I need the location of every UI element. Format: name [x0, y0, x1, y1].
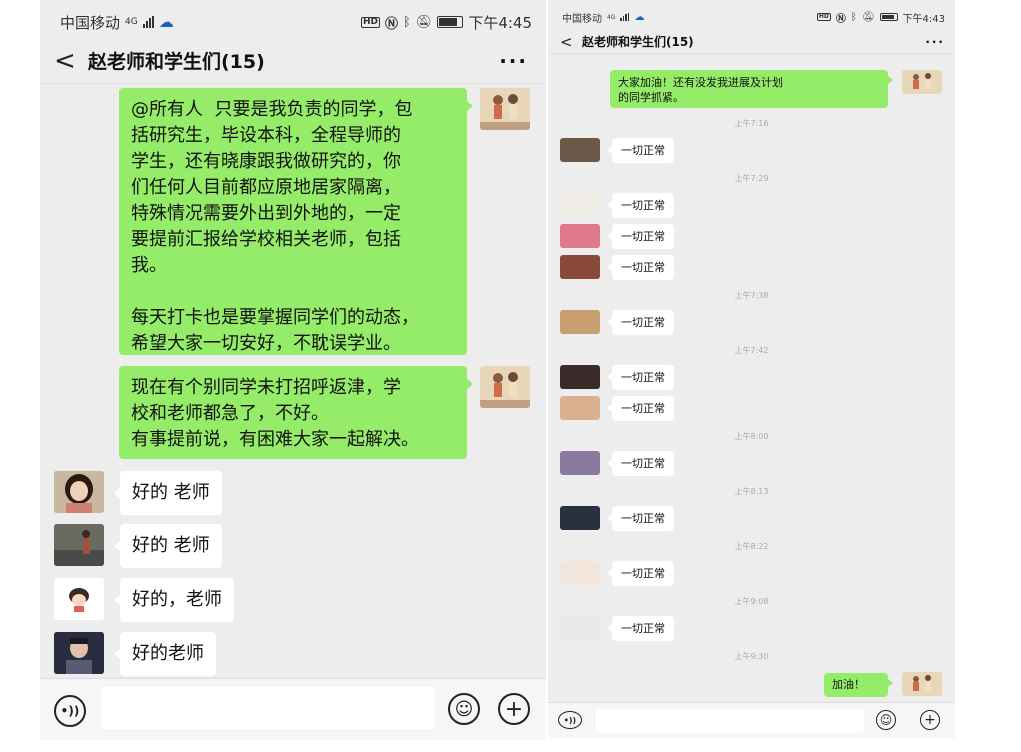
student-avatar[interactable]: [560, 365, 600, 389]
nfc-icon: Ⓝ: [384, 16, 398, 32]
anime-man-icon: [54, 632, 104, 674]
message-bubble[interactable]: 好的老师: [114, 632, 216, 676]
back-button[interactable]: <: [560, 33, 582, 51]
input-bar: •)) ☺ +: [40, 678, 546, 740]
cartoon-girl-icon: [54, 578, 104, 620]
student-avatar[interactable]: [54, 471, 104, 513]
teacher-avatar[interactable]: [480, 88, 530, 130]
clock-label: 下午4:43: [902, 13, 945, 25]
student-avatar[interactable]: [560, 255, 600, 279]
hd-icon: HD: [816, 13, 831, 21]
student-avatar[interactable]: [54, 578, 104, 620]
signal-icon: [620, 13, 630, 21]
student-avatar[interactable]: [54, 632, 104, 674]
chat-header: < 赵老师和学生们(15) ···: [548, 30, 955, 54]
message-input[interactable]: [596, 709, 864, 733]
message-bubble[interactable]: 一切正常: [607, 193, 674, 218]
clock-label: 下午4:45: [468, 13, 532, 32]
carrier-label: 中国移动: [60, 13, 121, 32]
teacher-avatar[interactable]: [480, 366, 530, 408]
mute-icon: 🔕︎: [861, 11, 875, 23]
chat-title: 赵老师和学生们(15): [88, 51, 265, 73]
student-avatar[interactable]: [560, 138, 600, 162]
teacher-avatar[interactable]: [902, 70, 942, 94]
figures-icon: [902, 672, 942, 696]
mute-icon: 🔕︎: [415, 14, 433, 30]
timestamp: 上午7:29: [734, 174, 769, 183]
cloud-icon: ☁: [158, 13, 174, 31]
emoji-icon[interactable]: ☺: [876, 710, 896, 730]
student-avatar[interactable]: [560, 451, 600, 475]
message-bubble[interactable]: 一切正常: [607, 396, 674, 421]
student-avatar[interactable]: [560, 396, 600, 420]
message-bubble[interactable]: 一切正常: [607, 365, 674, 390]
timestamp: 上午8:22: [734, 542, 769, 551]
message-bubble[interactable]: 一切正常: [607, 310, 674, 335]
message-bubble[interactable]: 好的 老师: [114, 471, 222, 515]
timestamp: 上午7:42: [734, 346, 769, 355]
message-bubble[interactable]: 一切正常: [607, 138, 674, 163]
girl-portrait-icon: [54, 471, 104, 513]
teacher-avatar[interactable]: [902, 672, 942, 696]
emoji-icon[interactable]: ☺: [448, 693, 480, 725]
message-bubble[interactable]: 加油！: [824, 673, 893, 697]
more-button[interactable]: ···: [499, 49, 528, 73]
voice-icon[interactable]: •)): [54, 695, 86, 727]
message-bubble[interactable]: @所有人 只要是我负责的同学，包 括研究生，毕设本科，全程导师的 学生，还有晓康…: [119, 88, 473, 355]
battery-icon: [437, 16, 464, 28]
message-bubble[interactable]: 大家加油！还有没发我进展及计划 的同学抓紧。: [610, 70, 893, 108]
voice-icon[interactable]: •)): [558, 711, 582, 729]
network-label: 4G: [125, 17, 138, 27]
bluetooth-icon: ᛒ: [850, 11, 857, 23]
hd-icon: HD: [360, 16, 380, 28]
message-bubble[interactable]: 一切正常: [607, 506, 674, 531]
student-avatar[interactable]: [560, 506, 600, 530]
timestamp: 上午8:00: [734, 432, 769, 441]
message-bubble[interactable]: 一切正常: [607, 451, 674, 476]
message-bubble[interactable]: 现在有个别同学未打招呼返津，学 校和老师都急了，不好。 有事提前说，有困难大家一…: [119, 366, 473, 459]
student-avatar[interactable]: [560, 224, 600, 248]
student-avatar[interactable]: [560, 310, 600, 334]
timestamp: 上午9:08: [734, 597, 769, 606]
figures-icon: [480, 88, 530, 130]
student-avatar[interactable]: [54, 524, 104, 566]
message-input[interactable]: [102, 687, 434, 729]
chat-header: < 赵老师和学生们(15) ···: [40, 38, 546, 84]
message-bubble[interactable]: 一切正常: [607, 616, 674, 641]
carrier-label: 中国移动: [562, 13, 602, 25]
back-button[interactable]: <: [54, 46, 88, 76]
street-scene-icon: [54, 524, 104, 566]
more-button[interactable]: ···: [925, 35, 945, 49]
student-avatar[interactable]: [560, 193, 600, 217]
input-bar: •)) ☺ +: [548, 702, 955, 738]
student-avatar[interactable]: [560, 561, 600, 585]
figures-icon: [902, 70, 942, 94]
chat-screen-right: 中国移动 4G ☁ HD Ⓝ ᛒ 🔕︎ 下午4:43 < 赵老师和学生们(15)…: [548, 0, 955, 738]
figures-icon: [480, 366, 530, 408]
signal-icon: [142, 16, 154, 28]
cloud-icon: ☁: [634, 11, 645, 23]
bluetooth-icon: ᛒ: [402, 14, 411, 30]
timestamp: 上午7:16: [734, 119, 769, 128]
message-bubble[interactable]: 好的 老师: [114, 524, 222, 568]
plus-icon[interactable]: +: [920, 710, 940, 730]
status-bar: 中国移动 4G ☁ HD Ⓝ ᛒ 🔕︎ 下午4:43: [548, 0, 955, 34]
plus-icon[interactable]: +: [498, 693, 530, 725]
student-avatar[interactable]: [560, 616, 600, 640]
network-label: 4G: [607, 13, 616, 21]
timestamp: 上午8:13: [734, 487, 769, 496]
nfc-icon: Ⓝ: [835, 13, 846, 25]
timestamp: 上午9:30: [734, 652, 769, 661]
chat-title: 赵老师和学生们(15): [582, 35, 694, 49]
message-bubble[interactable]: 一切正常: [607, 224, 674, 249]
battery-icon: [879, 13, 898, 21]
chat-screen-left: 中国移动 4G ☁ HD Ⓝ ᛒ 🔕︎ 下午4:45 < 赵老师和学生们(15)…: [40, 0, 546, 740]
message-bubble[interactable]: 一切正常: [607, 561, 674, 586]
timestamp: 上午7:38: [734, 291, 769, 300]
message-bubble[interactable]: 一切正常: [607, 255, 674, 280]
message-bubble[interactable]: 好的，老师: [114, 578, 234, 622]
